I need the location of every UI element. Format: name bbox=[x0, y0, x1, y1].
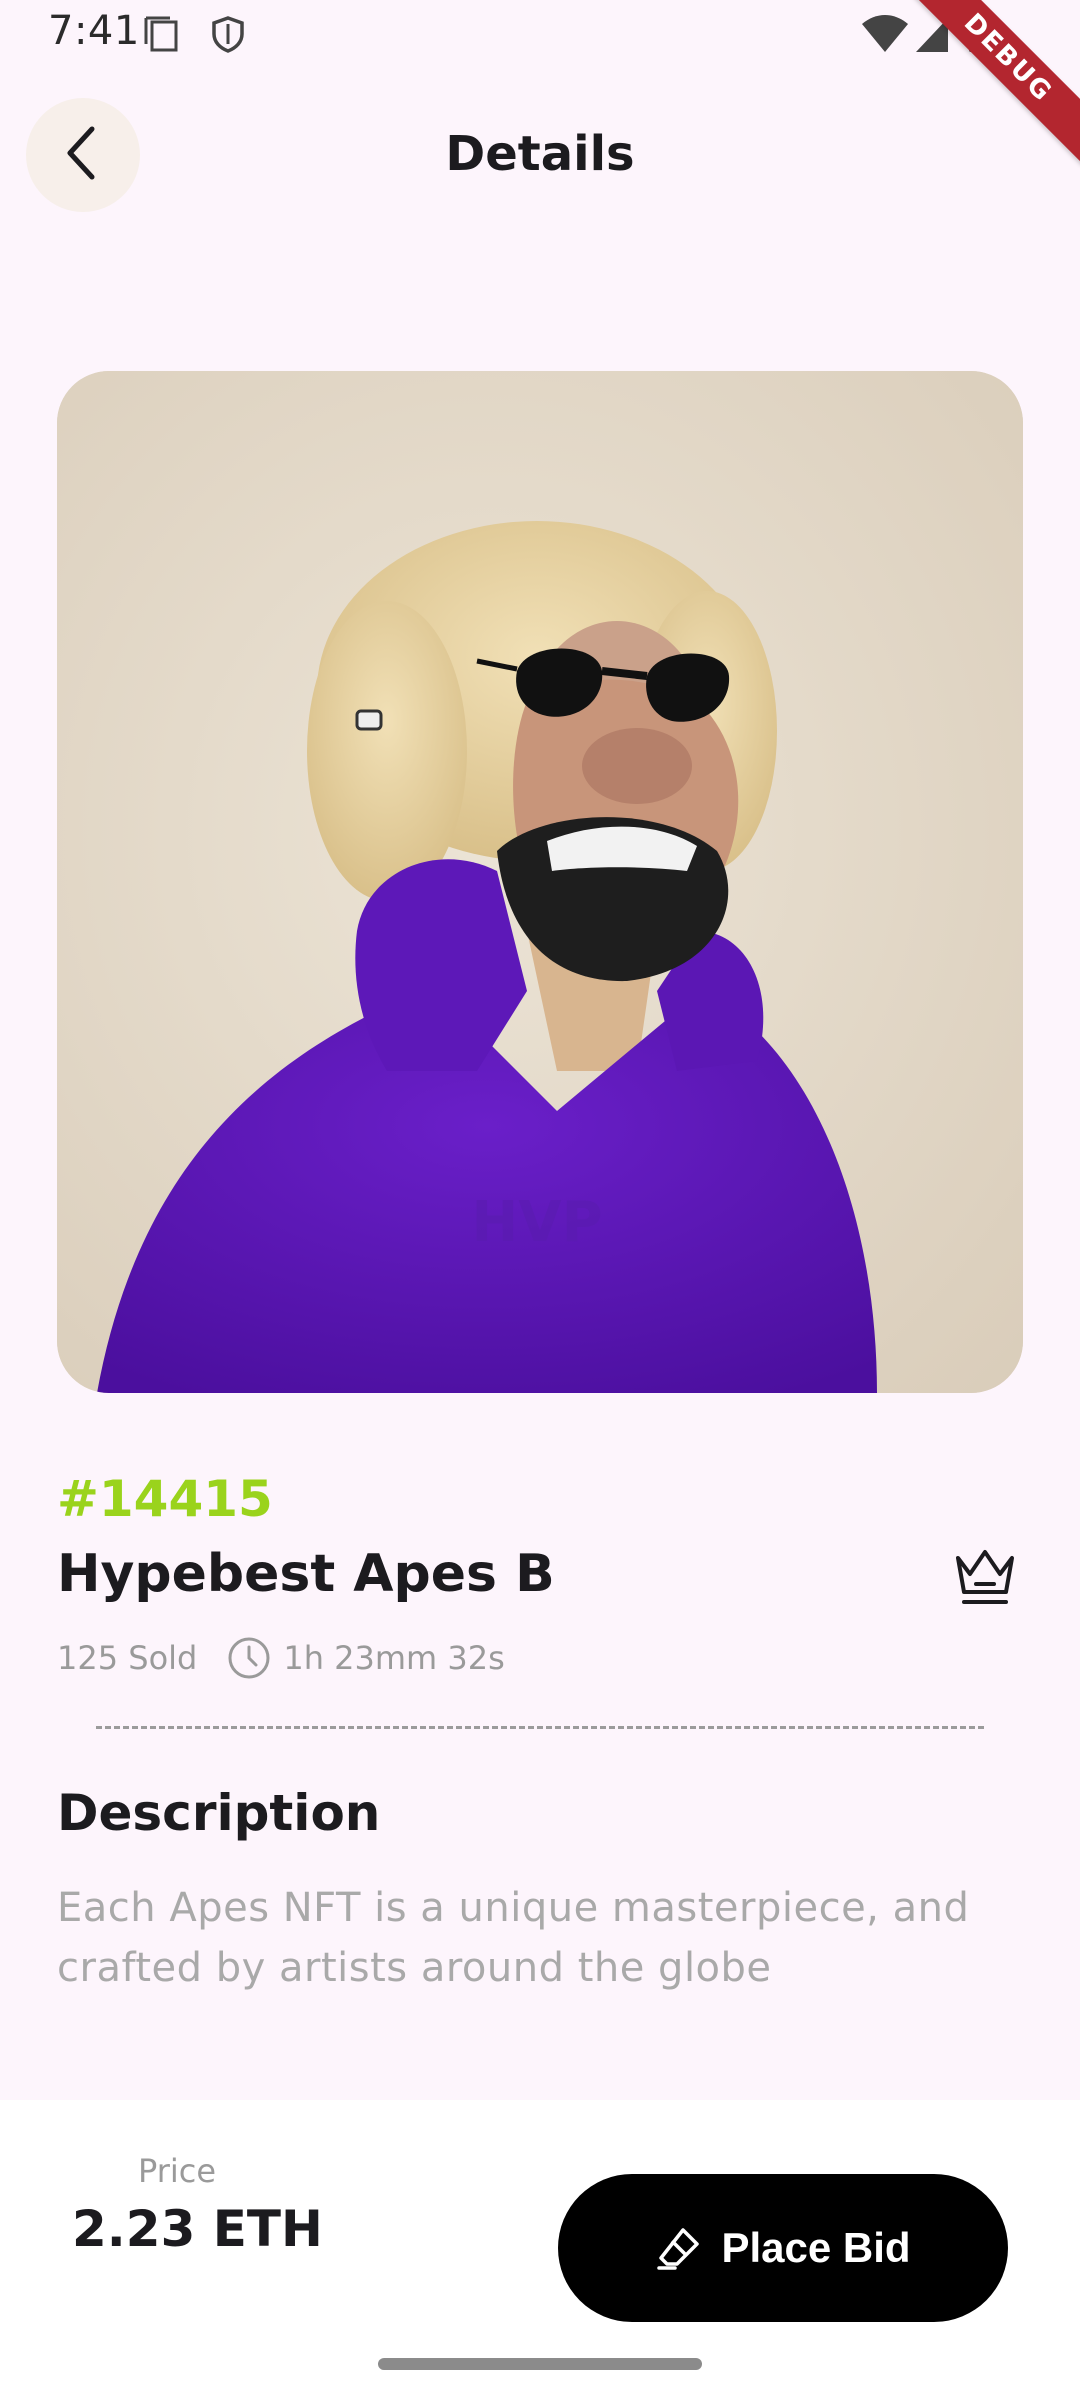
description-text: Each Apes NFT is a unique masterpiece, a… bbox=[57, 1885, 970, 1991]
price-value: 2.23 ETH bbox=[72, 2200, 323, 2258]
place-bid-button[interactable]: Place Bid bbox=[558, 2174, 1008, 2322]
sold-count: 125 Sold bbox=[57, 1639, 198, 1677]
nft-meta-row: 125 Sold 1h 23mm 32s bbox=[57, 1636, 505, 1680]
shield-icon bbox=[208, 14, 248, 58]
home-indicator[interactable] bbox=[378, 2358, 702, 2370]
dashed-divider bbox=[96, 1726, 984, 1729]
status-time: 7:41 bbox=[48, 8, 140, 54]
clock-icon bbox=[227, 1636, 271, 1680]
details-screen: 7:41 DEBUG Details HVP #14415 Hypebest A… bbox=[0, 0, 1080, 2400]
hoodie-print-text: HVP bbox=[471, 1190, 602, 1255]
token-id: #14415 bbox=[57, 1470, 273, 1528]
sim-card-icon bbox=[142, 14, 182, 58]
time-remaining: 1h 23mm 32s bbox=[283, 1639, 505, 1677]
crown-icon[interactable] bbox=[950, 1540, 1020, 1614]
place-bid-label: Place Bid bbox=[721, 2224, 911, 2271]
nft-name: Hypebest Apes B bbox=[57, 1544, 555, 1604]
nft-artwork-image: HVP bbox=[57, 371, 1023, 1393]
page-title: Details bbox=[445, 126, 635, 182]
status-bar: 7:41 DEBUG bbox=[0, 0, 1080, 166]
eraser-icon bbox=[655, 2224, 703, 2272]
description-heading: Description bbox=[57, 1784, 381, 1842]
wifi-icon bbox=[860, 14, 910, 58]
price-label: Price bbox=[138, 2152, 217, 2190]
